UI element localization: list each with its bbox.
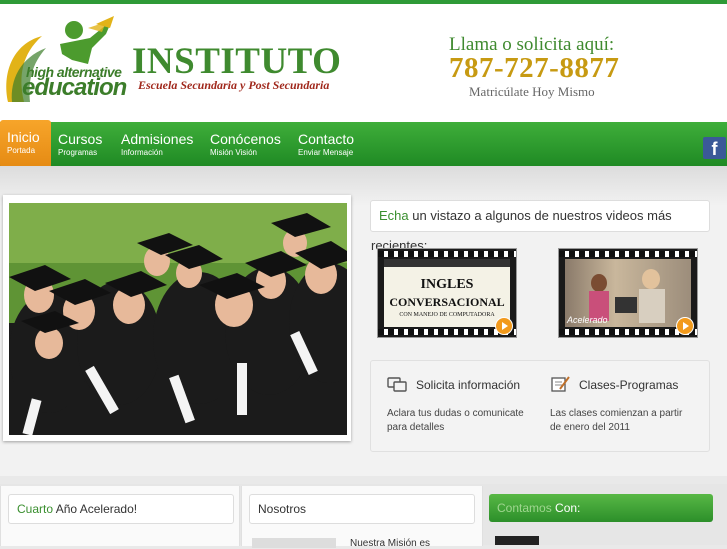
box1-highlight: Cuarto <box>17 502 54 516</box>
video1-line1: INGLES <box>420 277 474 292</box>
nav-label: Contacto <box>298 131 355 147</box>
contamos-thumbnail <box>495 536 539 545</box>
film-strip <box>559 251 697 257</box>
box2-title: Nosotros <box>258 502 307 516</box>
nav-sublabel: Portada <box>7 146 36 155</box>
institute-title: INSTITUTO <box>132 41 342 82</box>
video1-line2: CONVERSACIONAL <box>389 295 505 309</box>
videos-heading: Echa un vistazo a algunos de nuestros vi… <box>370 200 710 253</box>
contamos-header[interactable]: Contamos Con: <box>489 494 713 522</box>
video-thumb-1[interactable]: INGLES CONVERSACIONAL CON MANEJO DE COMP… <box>377 248 517 338</box>
video-banner <box>384 259 510 267</box>
nav-label: Cursos <box>58 131 103 147</box>
info-request-desc: Aclara tus dudas o comunicate para detal… <box>387 408 524 433</box>
nav-label: Conócenos <box>210 131 281 147</box>
nav-sublabel: Enviar Mensaje <box>298 148 354 157</box>
box3-text: Con: <box>551 501 581 515</box>
high-alternative-logo[interactable]: high alternative education <box>2 14 127 106</box>
info-request-title[interactable]: Solicita información <box>416 377 526 393</box>
box1-text: Año Acelerado! <box>53 502 138 516</box>
nav-label: Admisiones <box>121 131 194 147</box>
videos-heading-highlight: Echa <box>379 208 409 223</box>
nav-item-contacto[interactable]: Contacto Enviar Mensaje <box>298 122 354 166</box>
nav-item-conocenos[interactable]: Conócenos Misión Visión <box>210 122 281 166</box>
video-thumb-1-image: INGLES CONVERSACIONAL CON MANEJO DE COMP… <box>384 259 510 327</box>
logo-line2: education <box>22 74 127 101</box>
site-header: high alternative education INSTITUTO Esc… <box>0 4 727 122</box>
nav-label: Inicio <box>7 129 40 145</box>
graduates-photo <box>9 203 347 435</box>
enroll-tagline: Matricúlate Hoy Mismo <box>469 84 595 99</box>
phone-number[interactable]: 787-727-8877 <box>449 52 619 85</box>
box-cuarto-ano: Cuarto Año Acelerado! <box>0 486 240 546</box>
film-strip <box>378 251 516 257</box>
play-icon[interactable] <box>495 317 513 335</box>
box-nosotros: Nosotros Nuestra Misión es <box>241 486 483 549</box>
box2-preview: Nuestra Misión es <box>350 538 431 549</box>
nav-sublabel: Misión Visión <box>210 148 257 157</box>
video-thumb-2[interactable]: Acelerado <box>558 248 698 338</box>
box-cuarto-ano-header[interactable]: Cuarto Año Acelerado! <box>8 494 234 524</box>
notepad-pencil-icon <box>550 375 570 393</box>
video2-label: Acelerado <box>567 315 608 325</box>
info-panel: Solicita información Aclara tus dudas o … <box>370 360 710 452</box>
video-thumb-2-image: Acelerado <box>565 259 691 327</box>
box-nosotros-header[interactable]: Nosotros <box>249 494 475 524</box>
nosotros-thumbnail <box>252 538 336 548</box>
graduates-illustration <box>9 203 347 435</box>
chat-bubbles-icon <box>387 375 407 393</box>
facebook-icon[interactable]: f <box>703 137 726 159</box>
nav-sublabel: Programas <box>58 148 98 157</box>
nav-item-cursos[interactable]: Cursos Programas <box>58 122 102 166</box>
nav-item-admisiones[interactable]: Admisiones Información <box>121 122 193 166</box>
play-icon[interactable] <box>676 317 694 335</box>
info-classes-title[interactable]: Clases-Programas <box>579 377 719 393</box>
info-classes-desc: Las clases comienzan a partir de enero d… <box>550 408 683 433</box>
video1-line3: CON MANEJO DE COMPUTADORA <box>399 312 495 318</box>
main-nav: Inicio Portada Cursos Programas Admision… <box>0 120 727 168</box>
box3-highlight: Contamos <box>497 501 552 515</box>
hero-photo-frame <box>3 195 351 441</box>
institute-subtitle: Escuela Secundaria y Post Secundaria <box>138 78 330 92</box>
nav-item-inicio[interactable]: Inicio Portada <box>0 120 51 168</box>
nav-sublabel: Información <box>121 148 163 157</box>
